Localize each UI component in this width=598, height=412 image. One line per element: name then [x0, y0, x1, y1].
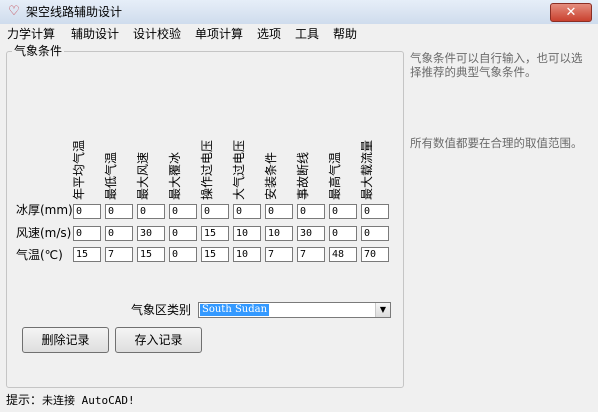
ice-cell[interactable]: 0: [137, 204, 165, 219]
column-header-lightning-overvoltage: 大气过电压: [232, 139, 246, 200]
column-header-max-temp: 最高气温: [328, 151, 342, 200]
column-header: 操作过电压: [200, 130, 215, 200]
menu-aided-design[interactable]: 辅助设计: [71, 26, 119, 42]
column-header: 最低气温: [104, 130, 119, 200]
close-icon: ✕: [565, 5, 577, 20]
help-text-weather: 气象条件可以自行输入，也可以选择推荐的典型气象条件。: [410, 51, 583, 79]
temp-cell[interactable]: 48: [329, 247, 357, 262]
ice-cell[interactable]: 0: [73, 204, 101, 219]
close-button[interactable]: ✕: [550, 3, 592, 22]
column-header-annual-avg: 年平均气温: [72, 139, 86, 200]
help-text-range: 所有数值都要在合理的取值范围。: [410, 136, 583, 150]
column-header: 最大风速: [136, 130, 151, 200]
temp-cell[interactable]: 70: [361, 247, 389, 262]
column-header: 最大载流量: [360, 130, 375, 200]
app-icon: ♡: [8, 4, 20, 19]
title-bar: ♡ 架空线路辅助设计 ✕: [0, 0, 598, 25]
window-title: 架空线路辅助设计: [26, 5, 123, 19]
wind-cell[interactable]: 0: [105, 226, 133, 241]
status-text: 提示：未连接 AutoCAD!: [6, 393, 135, 408]
temp-cell[interactable]: 7: [297, 247, 325, 262]
menu-tools[interactable]: 工具: [295, 26, 319, 42]
row-label-wind: 风速(m/s): [16, 226, 72, 240]
status-bar: 提示：未连接 AutoCAD!: [0, 390, 598, 412]
column-header: 最高气温: [328, 130, 343, 200]
ice-cell[interactable]: 0: [201, 204, 229, 219]
wind-cell[interactable]: 10: [233, 226, 261, 241]
column-header: 大气过电压: [232, 130, 247, 200]
wind-cell[interactable]: 0: [169, 226, 197, 241]
column-header: 事故断线: [296, 130, 311, 200]
status-message: 未连接 AutoCAD!: [42, 394, 135, 407]
wind-cell[interactable]: 0: [73, 226, 101, 241]
wind-cell[interactable]: 0: [329, 226, 357, 241]
column-header-max-current: 最大载流量: [360, 139, 374, 200]
ice-cell[interactable]: 0: [329, 204, 357, 219]
menu-help[interactable]: 帮助: [333, 26, 357, 42]
ice-cell[interactable]: 0: [233, 204, 261, 219]
row-label-ice: 冰厚(mm): [16, 203, 73, 217]
column-header-switching-overvoltage: 操作过电压: [200, 139, 214, 200]
column-header-min-temp: 最低气温: [104, 151, 118, 200]
column-header-max-ice: 最大覆冰: [168, 151, 182, 200]
wind-cell[interactable]: 0: [361, 226, 389, 241]
temp-cell[interactable]: 0: [169, 247, 197, 262]
ice-cell[interactable]: 0: [297, 204, 325, 219]
wind-cell[interactable]: 30: [137, 226, 165, 241]
column-header-max-wind: 最大风速: [136, 151, 150, 200]
menu-bar: 力学计算 辅助设计 设计校验 单项计算 选项 工具 帮助: [0, 24, 598, 44]
temp-cell[interactable]: 15: [73, 247, 101, 262]
column-header-installation: 安装条件: [264, 151, 278, 200]
delete-record-button[interactable]: 删除记录: [22, 327, 109, 353]
wind-cell[interactable]: 10: [265, 226, 293, 241]
zone-label: 气象区类别: [131, 303, 192, 317]
temp-cell[interactable]: 10: [233, 247, 261, 262]
chevron-down-icon[interactable]: ▼: [375, 303, 390, 317]
column-header: 安装条件: [264, 130, 279, 200]
ice-cell[interactable]: 0: [265, 204, 293, 219]
ice-cell[interactable]: 0: [105, 204, 133, 219]
column-header: 年平均气温: [72, 130, 87, 200]
row-label-temp: 气温(℃): [16, 248, 63, 262]
wind-cell[interactable]: 15: [201, 226, 229, 241]
ice-cell[interactable]: 0: [169, 204, 197, 219]
temp-cell[interactable]: 7: [105, 247, 133, 262]
column-header-broken-wire: 事故断线: [296, 151, 310, 200]
menu-options[interactable]: 选项: [257, 26, 281, 42]
zone-select[interactable]: South Sudan ▼: [198, 302, 391, 318]
menu-single-calc[interactable]: 单项计算: [195, 26, 243, 42]
wind-cell[interactable]: 30: [297, 226, 325, 241]
temp-cell[interactable]: 15: [201, 247, 229, 262]
weather-group-label: 气象条件: [12, 44, 65, 58]
zone-selected-value: South Sudan: [200, 304, 270, 316]
menu-design-check[interactable]: 设计校验: [133, 26, 181, 42]
column-header: 最大覆冰: [168, 130, 183, 200]
temp-cell[interactable]: 7: [265, 247, 293, 262]
ice-cell[interactable]: 0: [361, 204, 389, 219]
status-prefix: 提示：: [6, 393, 43, 407]
menu-mechanics[interactable]: 力学计算: [7, 26, 55, 42]
save-record-button[interactable]: 存入记录: [115, 327, 202, 353]
temp-cell[interactable]: 15: [137, 247, 165, 262]
